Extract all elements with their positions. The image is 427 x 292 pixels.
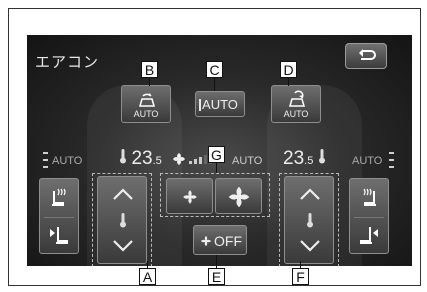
off-button[interactable]: OFF	[193, 225, 247, 255]
seat-ventilation-icon	[360, 227, 378, 244]
right-temp-up-arrow-icon[interactable]	[299, 187, 321, 201]
right-thermometer-icon	[318, 149, 325, 164]
recirculation-auto-text: AUTO	[133, 109, 159, 119]
fresh-air-button[interactable]: AUTO	[271, 85, 321, 123]
callout-d: D	[280, 61, 297, 78]
leader-line-e	[216, 255, 217, 268]
left-temp-value: 23	[131, 148, 153, 169]
right-temp-value: 23	[283, 148, 305, 169]
callout-a: A	[139, 268, 156, 285]
left-seat-heater-button[interactable]	[39, 178, 79, 254]
callout-b: B	[141, 61, 158, 78]
center-auto-text: AUTO	[232, 155, 263, 167]
right-temp-down-arrow-icon[interactable]	[299, 239, 321, 253]
leader-line-a	[147, 261, 148, 268]
right-seat-auto-text: AUTO	[352, 155, 383, 167]
divider	[354, 217, 384, 218]
right-temp-thermometer-icon	[307, 213, 313, 228]
left-temp-up-arrow-icon[interactable]	[112, 187, 134, 201]
recirculation-car-icon	[139, 93, 155, 107]
left-fan-level-bars	[43, 152, 48, 168]
auto-button-label: AUTO	[202, 97, 238, 112]
auto-indicator	[199, 99, 201, 111]
right-temp-control	[284, 176, 334, 264]
fan-small-icon	[183, 190, 197, 204]
right-fan-level-bars	[389, 152, 394, 168]
callout-e: E	[208, 268, 225, 285]
back-arrow-icon	[359, 49, 376, 60]
seat-ventilation-icon	[50, 227, 68, 244]
left-seat-auto-text: AUTO	[52, 155, 83, 167]
callout-c: C	[206, 61, 223, 78]
left-temperature: 23.5	[119, 148, 162, 170]
leader-line-d	[288, 78, 289, 86]
callout-g: G	[208, 146, 225, 163]
fresh-air-car-icon	[289, 90, 305, 107]
off-button-label: OFF	[214, 233, 242, 249]
fan-large-icon	[228, 186, 250, 208]
right-temp-decimal: .5	[304, 155, 314, 167]
leader-line-g	[216, 163, 217, 173]
divider	[44, 217, 74, 218]
seat-heater-icon	[52, 188, 66, 206]
auto-button[interactable]: AUTO	[195, 91, 245, 117]
recirculation-button[interactable]: AUTO	[121, 85, 171, 123]
leader-line-f	[300, 261, 301, 268]
left-temp-down-arrow-icon[interactable]	[112, 239, 134, 253]
left-temp-decimal: .5	[152, 155, 162, 167]
screen-title: エアコン	[35, 54, 100, 71]
left-thermometer-icon	[120, 149, 126, 164]
fan-speed-up-button[interactable]	[215, 178, 262, 214]
leader-line-c	[214, 78, 215, 91]
fan-off-icon	[200, 235, 212, 247]
callout-f: F	[292, 268, 309, 285]
right-seat-heater-button[interactable]	[349, 178, 389, 254]
leader-line-b	[149, 78, 150, 86]
seat-heater-icon	[363, 188, 376, 206]
fan-speed-down-button[interactable]	[166, 178, 213, 214]
left-temp-thermometer-icon	[120, 213, 126, 228]
back-button[interactable]	[345, 43, 387, 69]
left-temp-control	[97, 176, 147, 264]
right-temperature: 23.5	[283, 148, 326, 170]
fresh-air-auto-text: AUTO	[283, 109, 309, 119]
